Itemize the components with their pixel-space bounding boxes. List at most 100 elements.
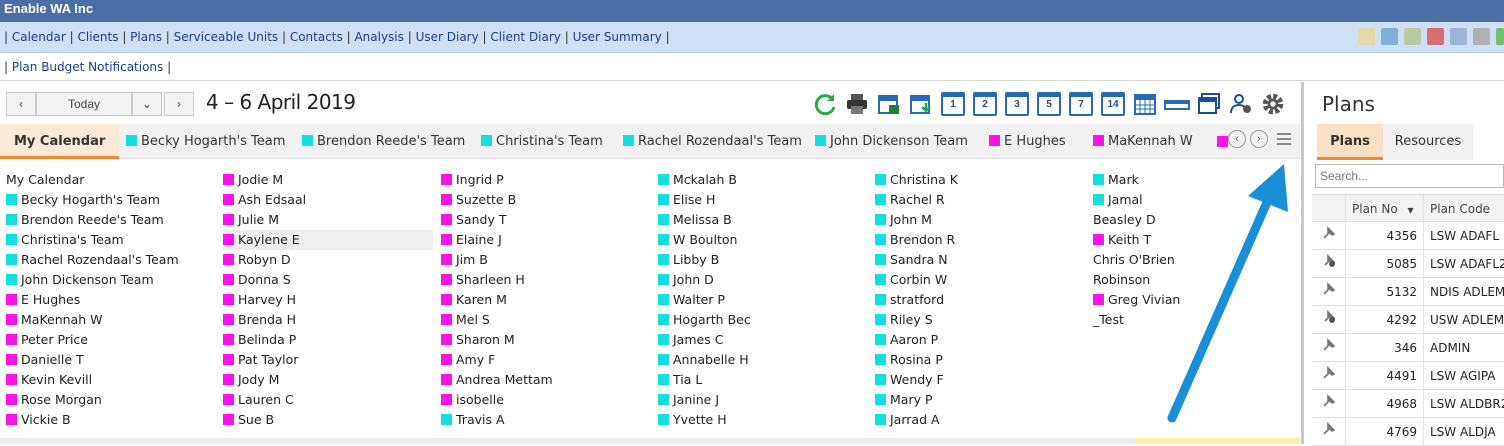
calendar-download-icon[interactable] [908,91,934,117]
calendar-list-item[interactable]: Kevin Kevill [6,370,216,390]
day-view-14-icon[interactable]: 14 [1100,91,1126,117]
calendar-list-item[interactable]: Christina K [875,170,1085,190]
calendar-list-item[interactable]: Karen M [441,290,651,310]
calendar-list-item[interactable]: Aaron P [875,330,1085,350]
calendar-list-item[interactable]: Rose Morgan [6,390,216,410]
tab-next-button[interactable]: › [1250,130,1268,148]
calendar-list-item[interactable]: Donna S [223,270,433,290]
calendar-list-item[interactable]: Mary P [875,390,1085,410]
calendar-list-item[interactable]: Libby B [658,250,868,270]
calendar-list-item[interactable]: Ingrid P [441,170,651,190]
calendar-list-item[interactable]: Mark [1093,170,1303,190]
calendar-list-item[interactable]: Ash Edsaal [223,190,433,210]
calendar-list-item[interactable]: Robinson [1093,270,1303,290]
calendar-list-item[interactable]: Becky Hogarth's Team [6,190,216,210]
nav-link-analysis[interactable]: Analysis [354,30,403,44]
hamburger-menu-icon[interactable] [1276,132,1292,146]
tab-becky-hogarth-s-team[interactable]: Becky Hogarth's Team [126,124,285,159]
calendar-list-item[interactable]: Sandra N [875,250,1085,270]
table-row[interactable]: 4968 LSW ALDBR2 [1312,390,1504,418]
calendar-list-item[interactable]: My Calendar [6,170,216,190]
plans-search-input[interactable]: Search... [1315,164,1504,188]
calendar-list-item[interactable]: Hogarth Bec [658,310,868,330]
refresh-icon[interactable] [1496,28,1504,45]
nav-link-calendar[interactable]: Calendar [12,30,66,44]
calendar-list-item[interactable]: John M [875,210,1085,230]
calendar-list-item[interactable]: stratford [875,290,1085,310]
calendar-list-item[interactable]: James C [658,330,868,350]
calendar-list-item[interactable]: Tia L [658,370,868,390]
pin-dot-icon[interactable] [1312,250,1346,278]
calendar-list-item[interactable]: Sandy T [441,210,651,230]
calendar-list-item[interactable]: Travis A [441,410,651,430]
user-settings-icon[interactable] [1228,91,1254,117]
notes-icon[interactable] [1358,28,1375,45]
next-button[interactable]: › [164,92,194,116]
calendar-list-item[interactable]: _Test [1093,310,1303,330]
calendar-list-item[interactable]: Pat Taylor [223,350,433,370]
day-view-3-icon[interactable]: 3 [1004,91,1030,117]
pin-icon[interactable] [1312,334,1346,362]
calendar-list-item[interactable]: Sharleen H [441,270,651,290]
calendar-list-item[interactable]: Harvey H [223,290,433,310]
calendar-list-item[interactable]: Robyn D [223,250,433,270]
day-view-5-icon[interactable]: 5 [1036,91,1062,117]
calendar-list-item[interactable]: John D [658,270,868,290]
calendar-list-item[interactable]: Wendy F [875,370,1085,390]
table-row[interactable]: 4356 LSW ADAFL [1312,222,1504,250]
calendar-list-item[interactable]: Christina's Team [6,230,216,250]
calendar-list-item[interactable]: Rachel R [875,190,1085,210]
calendar-list-item[interactable]: Beasley D [1093,210,1303,230]
tab-rachel-rozendaal-s-team[interactable]: Rachel Rozendaal's Team [623,124,802,159]
calendar-list-item[interactable]: Jodie M [223,170,433,190]
report-icon[interactable] [1381,28,1398,45]
month-view-icon[interactable] [1132,91,1158,117]
table-row[interactable]: 5132 NDIS ADLEM [1312,278,1504,306]
timeline-view-icon[interactable] [1164,91,1190,117]
tab-prev-button[interactable]: ‹ [1228,130,1246,148]
calendar-list-item[interactable]: Elise H [658,190,868,210]
calendar-list-item[interactable]: Jarrad A [875,410,1085,430]
settings-gear-icon[interactable] [1260,91,1286,117]
mail-settings-icon[interactable] [1450,28,1467,45]
calendar-list-item[interactable]: Rosina P [875,350,1085,370]
calendar-list-item[interactable]: Julie M [223,210,433,230]
calendar-list-item[interactable]: Riley S [875,310,1085,330]
pin-icon[interactable] [1312,222,1346,250]
calendar-list-item[interactable]: Janine J [658,390,868,410]
nav-link-serviceable-units[interactable]: Serviceable Units [174,30,279,44]
calendar-list-item[interactable]: Danielle T [6,350,216,370]
calendar-list-item[interactable]: Chris O'Brien [1093,250,1303,270]
nav-link-client-diary[interactable]: Client Diary [490,30,561,44]
calendar-list-item[interactable]: Belinda P [223,330,433,350]
calendar-list-item[interactable]: Brendon Reede's Team [6,210,216,230]
day-view-2-icon[interactable]: 2 [972,91,998,117]
table-row[interactable]: 346 ADMIN [1312,334,1504,362]
calendar-list-item[interactable]: Annabelle H [658,350,868,370]
window-view-icon[interactable] [1196,91,1222,117]
calendar-list-item[interactable]: Andrea Mettam [441,370,651,390]
calendar-list-item[interactable]: Amy F [441,350,651,370]
today-dropdown-button[interactable]: ⌄ [132,92,162,116]
calendar-list-item[interactable]: E Hughes [6,290,216,310]
tab-resources[interactable]: Resources [1383,124,1473,160]
calendar-list-item[interactable]: Rachel Rozendaal's Team [6,250,216,270]
today-button[interactable]: Today [36,92,132,116]
pin-dot-icon[interactable] [1312,306,1346,334]
tab-my-calendar[interactable]: My Calendar [0,124,120,159]
pin-icon[interactable] [1312,390,1346,418]
table-row[interactable]: 4292 USW ADLEM [1312,306,1504,334]
tab-makennah-w[interactable]: MaKennah W [1093,124,1193,159]
tab-plans[interactable]: Plans [1317,124,1383,160]
tab-christina-s-team[interactable]: Christina's Team [481,124,603,159]
pin-icon[interactable] [1312,278,1346,306]
column-plan-no[interactable]: Plan No ▼ [1346,195,1424,223]
nav-link-user-diary[interactable]: User Diary [416,30,479,44]
calendar-list-item[interactable]: Sharon M [441,330,651,350]
calendar-list-item[interactable]: Greg Vivian [1093,290,1303,310]
refresh-icon[interactable] [812,91,838,117]
calendar-list-item[interactable]: Jamal [1093,190,1303,210]
nav-link-contacts[interactable]: Contacts [290,30,343,44]
pin-icon[interactable] [1312,418,1346,446]
bottom-scrollbar[interactable] [0,438,1300,444]
